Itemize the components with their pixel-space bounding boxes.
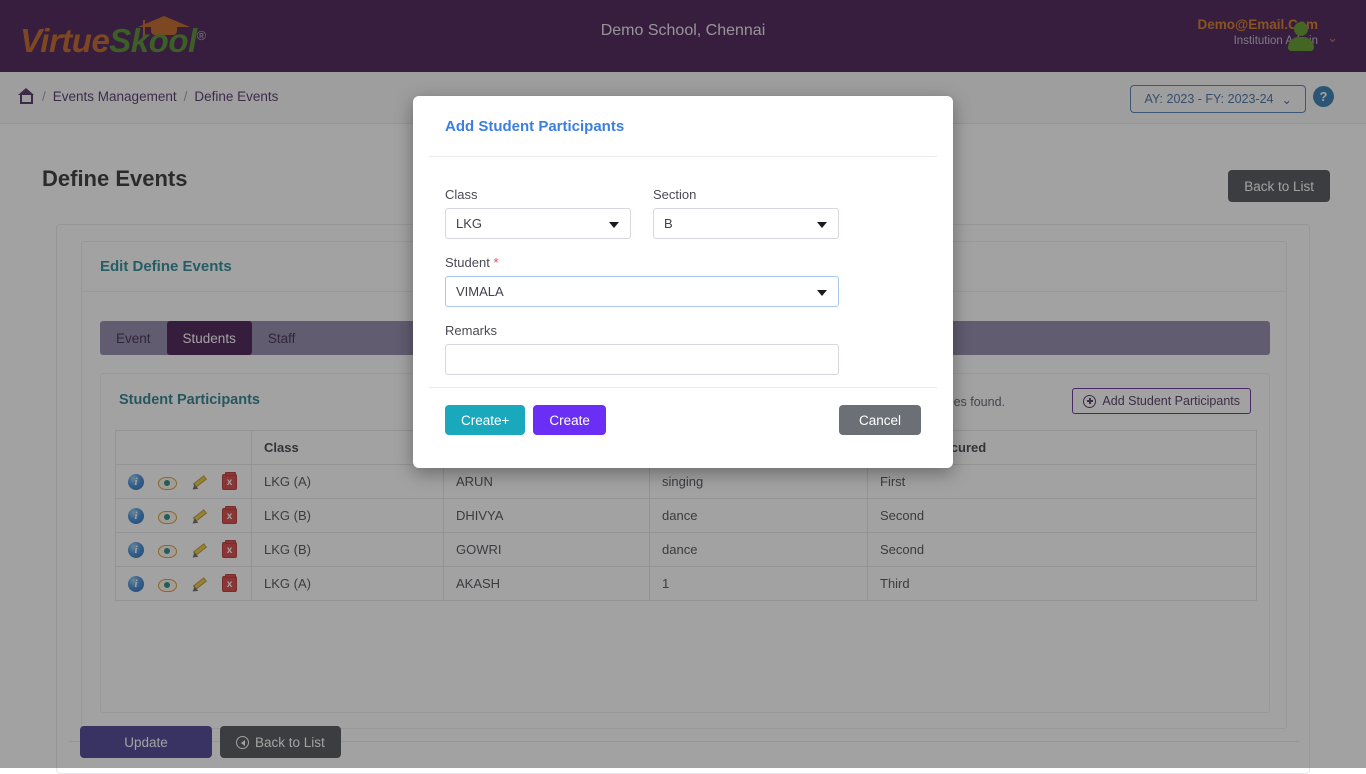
modal-body: Class LKG Section B Student * VIMALA Rem… bbox=[429, 156, 937, 388]
student-select-value: VIMALA bbox=[456, 284, 504, 299]
required-asterisk: * bbox=[493, 255, 499, 270]
section-select[interactable]: B bbox=[653, 208, 839, 239]
remarks-input[interactable] bbox=[445, 344, 839, 375]
class-select-value: LKG bbox=[456, 216, 483, 231]
remarks-field-group: Remarks bbox=[445, 323, 839, 375]
add-student-participants-modal: Add Student Participants Class LKG Secti… bbox=[413, 96, 953, 468]
student-select[interactable]: VIMALA bbox=[445, 276, 839, 307]
student-label-text: Student bbox=[445, 255, 490, 270]
student-label: Student * bbox=[445, 255, 839, 270]
remarks-label: Remarks bbox=[445, 323, 498, 338]
class-label: Class bbox=[445, 187, 478, 202]
section-label: Section bbox=[653, 187, 697, 202]
student-field-group: Student * VIMALA bbox=[445, 255, 839, 307]
create-plus-button[interactable]: Create+ bbox=[445, 405, 526, 435]
section-select-value: B bbox=[664, 216, 673, 231]
chevron-down-icon bbox=[609, 222, 619, 228]
modal-title: Add Student Participants bbox=[445, 117, 625, 135]
class-section-row: Class LKG Section B bbox=[445, 187, 921, 239]
class-field-group: Class LKG bbox=[445, 187, 631, 239]
create-button[interactable]: Create bbox=[533, 405, 606, 435]
modal-footer: Create+ Create Cancel bbox=[429, 388, 937, 452]
cancel-button[interactable]: Cancel bbox=[838, 405, 921, 435]
chevron-down-icon bbox=[817, 222, 827, 228]
section-field-group: Section B bbox=[653, 187, 839, 239]
chevron-down-icon bbox=[817, 290, 827, 296]
class-select[interactable]: LKG bbox=[445, 208, 631, 239]
modal-header: Add Student Participants bbox=[413, 96, 953, 156]
